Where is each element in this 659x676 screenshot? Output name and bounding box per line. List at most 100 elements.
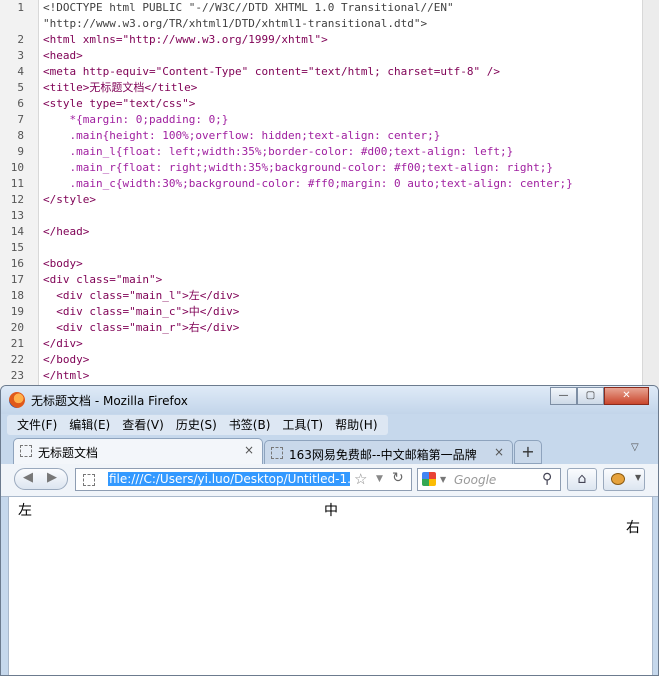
line-number: 1 <box>17 1 24 14</box>
code-line: 18 <div class="main_l">左</div> <box>0 288 640 304</box>
list-all-tabs-icon[interactable]: ▽ <box>631 442 639 453</box>
code-line: 5 <title>无标题文档</title> <box>0 80 640 96</box>
code-text: <title>无标题文档</title> <box>43 81 198 94</box>
code-line: 23 </html> <box>0 368 640 384</box>
minimize-button[interactable]: — <box>550 387 577 405</box>
menu-item[interactable]: 文件(F) <box>11 415 63 435</box>
tab-bar: 无标题文档 × 163网易免费邮--中文邮箱第一品牌 × + ▽ <box>1 436 658 464</box>
google-engine-icon[interactable] <box>422 472 436 486</box>
code-text: "http://www.w3.org/TR/xhtml1/DTD/xhtml1-… <box>43 17 428 30</box>
line-number: 15 <box>10 241 24 254</box>
tab-active[interactable]: 无标题文档 × <box>13 438 263 464</box>
code-line: 10 .main_r{float: right;width:35%;backgr… <box>0 160 640 176</box>
firefox-logo-icon <box>9 392 25 408</box>
code-line: 9 .main_l{float: left;width:35%;border-c… <box>0 144 640 160</box>
page-favicon-icon <box>20 445 32 457</box>
code-line: 1 <!DOCTYPE html PUBLIC "-//W3C//DTD XHTM… <box>0 0 640 16</box>
line-number: 7 <box>17 113 24 126</box>
code-text: .main_r{float: right;width:35%;backgroun… <box>43 161 553 174</box>
new-tab-button[interactable]: + <box>514 440 542 464</box>
line-number: 8 <box>17 129 24 142</box>
code-line: 2 <html xmlns="http://www.w3.org/1999/xht… <box>0 32 640 48</box>
back-forward-group: ◀ ▶ <box>14 468 68 490</box>
line-number: 11 <box>10 177 24 190</box>
code-text: </head> <box>43 225 90 238</box>
url-bar[interactable]: file:///C:/Users/yi.luo/Desktop/Untitled… <box>75 468 412 491</box>
line-number: 18 <box>10 289 24 302</box>
div-main-left: 左 <box>18 503 32 519</box>
code-text: <style type="text/css"> <box>43 97 196 110</box>
code-line: "http://www.w3.org/TR/xhtml1/DTD/xhtml1-… <box>0 16 640 32</box>
engine-dropdown-icon[interactable]: ▼ <box>440 475 446 484</box>
chevron-down-icon[interactable]: ▼ <box>635 473 641 482</box>
url-input[interactable]: file:///C:/Users/yi.luo/Desktop/Untitled… <box>108 472 350 486</box>
line-number: 22 <box>10 353 24 366</box>
search-input[interactable]: Google <box>454 473 496 487</box>
code-text: <div class="main"> <box>43 273 163 286</box>
code-text: <div class="main_l">左</div> <box>43 289 240 302</box>
code-text: <!DOCTYPE html PUBLIC "-//W3C//DTD XHTML… <box>43 1 454 14</box>
line-number: 2 <box>17 33 24 46</box>
tab-inactive[interactable]: 163网易免费邮--中文邮箱第一品牌 × <box>264 440 513 464</box>
menu-list: 文件(F) 编辑(E) 查看(V) 历史(S) 书签(B) 工具(T) 帮助(H) <box>7 415 388 435</box>
line-number: 23 <box>10 369 24 382</box>
home-button[interactable]: ⌂ <box>567 468 597 491</box>
code-text: </div> <box>43 337 83 350</box>
close-window-button[interactable]: ✕ <box>604 387 649 405</box>
title-bar[interactable]: 无标题文档 - Mozilla Firefox — ▢ ✕ <box>1 386 658 414</box>
code-line: 14 </head> <box>0 224 640 240</box>
menu-item[interactable]: 书签(B) <box>223 415 277 435</box>
code-text: <head> <box>43 49 83 62</box>
code-line: 17 <div class="main"> <box>0 272 640 288</box>
code-editor[interactable]: 1 <!DOCTYPE html PUBLIC "-//W3C//DTD XHTM… <box>0 0 659 390</box>
code-text: <html xmlns="http://www.w3.org/1999/xhtm… <box>43 33 328 46</box>
menu-item[interactable]: 查看(V) <box>116 415 170 435</box>
back-arrow-icon[interactable]: ◀ <box>23 470 33 485</box>
line-number: 19 <box>10 305 24 318</box>
tab-label: 163网易免费邮--中文邮箱第一品牌 <box>289 448 477 462</box>
code-line: 4 <meta http-equiv="Content-Type" content… <box>0 64 640 80</box>
search-bar[interactable]: ▼ Google ⚲ <box>417 468 561 491</box>
code-text: </html> <box>43 369 90 382</box>
line-number: 3 <box>17 49 24 62</box>
reload-icon[interactable]: ↻ <box>392 470 404 486</box>
line-number: 9 <box>17 145 24 158</box>
code-text: <meta http-equiv="Content-Type" content=… <box>43 65 500 78</box>
line-number: 20 <box>10 321 24 334</box>
menu-item[interactable]: 编辑(E) <box>63 415 116 435</box>
code-text: <body> <box>43 257 83 270</box>
menu-item[interactable]: 帮助(H) <box>329 415 383 435</box>
forward-arrow-icon[interactable]: ▶ <box>47 470 57 485</box>
code-line: 21 </div> <box>0 336 640 352</box>
line-number: 10 <box>10 161 24 174</box>
code-text: *{margin: 0;padding: 0;} <box>43 113 229 126</box>
code-text: .main_l{float: left;width:35%;border-col… <box>43 145 514 158</box>
menu-item[interactable]: 工具(T) <box>276 415 329 435</box>
tab-close-icon[interactable]: × <box>494 445 504 459</box>
line-number: 4 <box>17 65 24 78</box>
code-line: 11 .main_c{width:30%;background-color: #… <box>0 176 640 192</box>
bookmark-star-icon[interactable]: ☆ <box>354 470 367 488</box>
addon-bug-icon <box>611 473 625 485</box>
window-title: 无标题文档 - Mozilla Firefox <box>31 394 188 408</box>
addon-button[interactable]: ▼ <box>603 468 645 491</box>
tab-close-icon[interactable]: × <box>244 443 254 457</box>
search-icon[interactable]: ⚲ <box>542 471 552 487</box>
div-main-right: 右 <box>626 520 640 536</box>
maximize-button[interactable]: ▢ <box>577 387 604 405</box>
code-line: 3 <head> <box>0 48 640 64</box>
line-number: 13 <box>10 209 24 222</box>
site-identity-icon[interactable] <box>83 474 95 486</box>
code-line: 6 <style type="text/css"> <box>0 96 640 112</box>
line-number: 21 <box>10 337 24 350</box>
code-line: 8 .main{height: 100%;overflow: hidden;te… <box>0 128 640 144</box>
line-number: 6 <box>17 97 24 110</box>
code-line: 20 <div class="main_r">右</div> <box>0 320 640 336</box>
menu-item[interactable]: 历史(S) <box>170 415 223 435</box>
url-history-dropdown-icon[interactable]: ▼ <box>376 474 383 484</box>
line-number: 14 <box>10 225 24 238</box>
editor-scrollbar[interactable] <box>642 0 659 390</box>
div-main-center: 中 <box>324 503 338 519</box>
code-text: <div class="main_r">右</div> <box>43 321 240 334</box>
code-line: 7 *{margin: 0;padding: 0;} <box>0 112 640 128</box>
